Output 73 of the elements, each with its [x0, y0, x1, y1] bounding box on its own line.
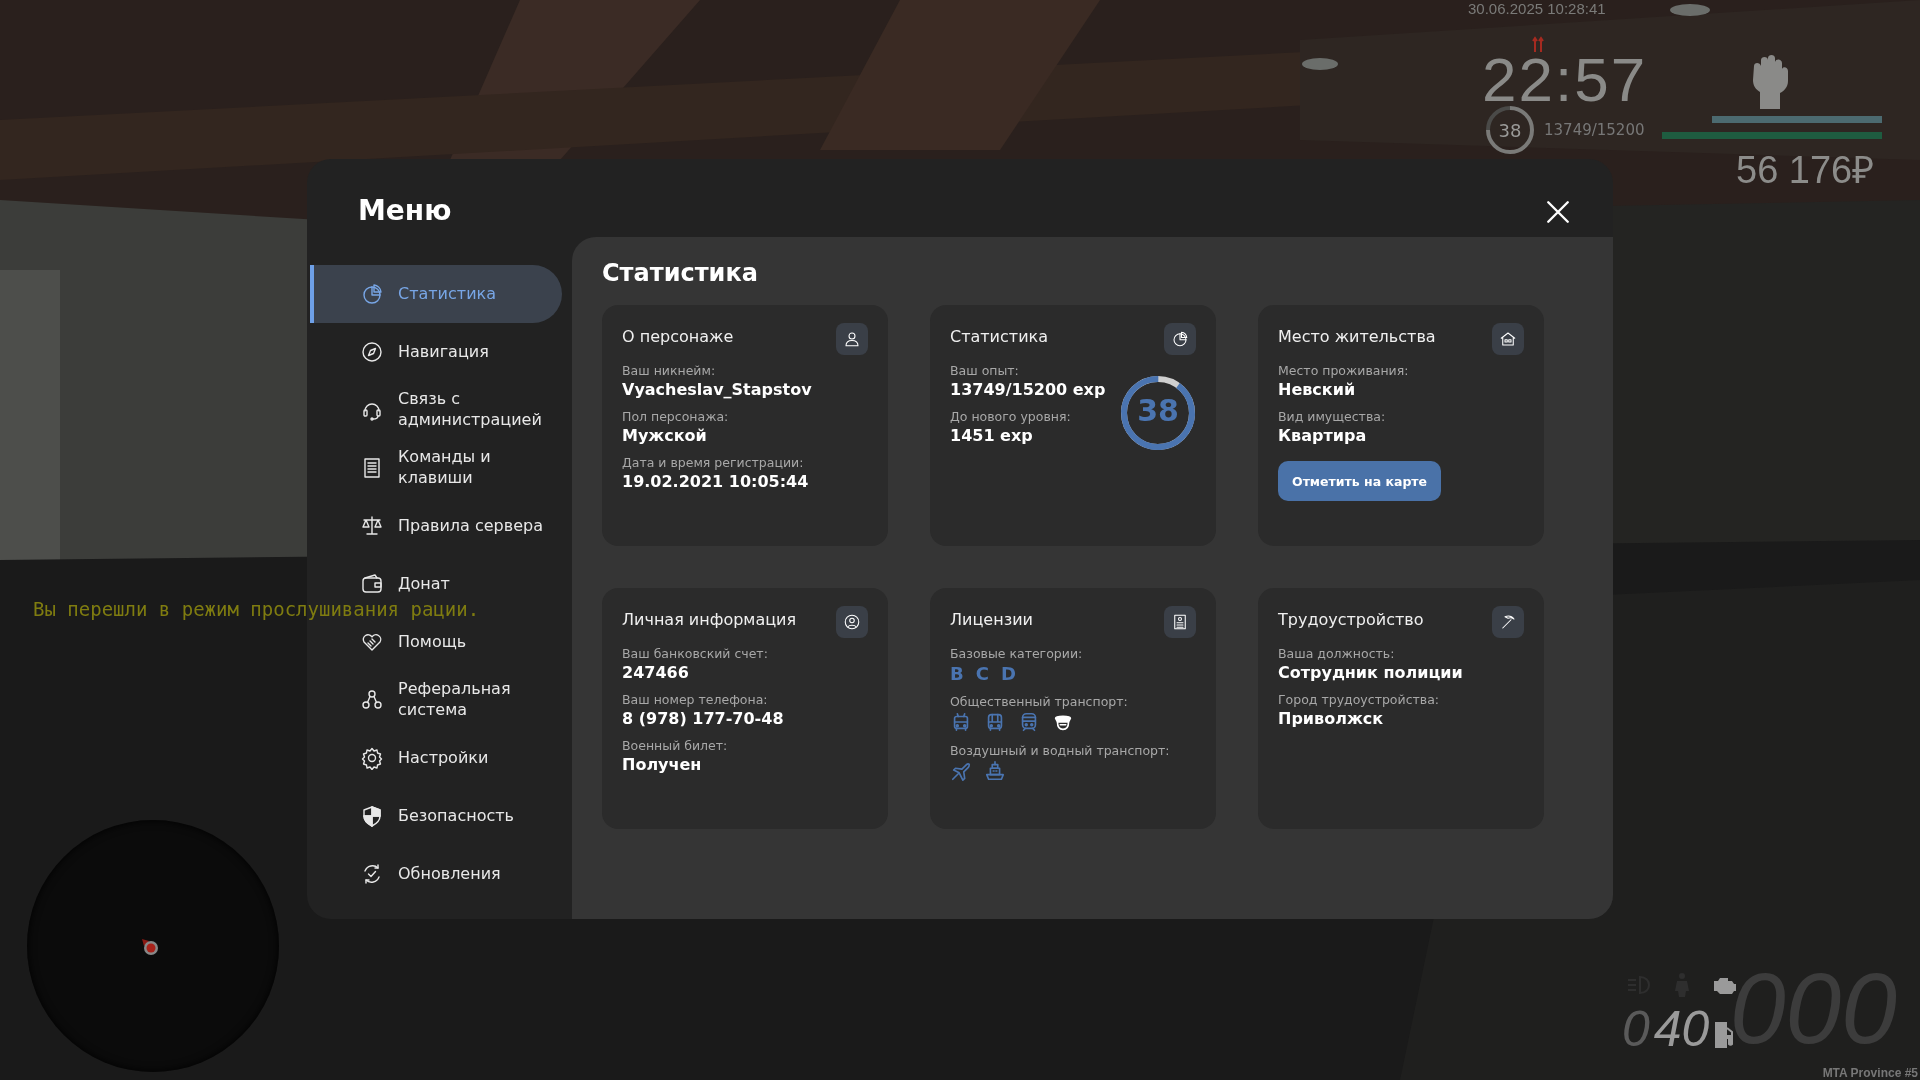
date-time: 30.06.2025 10:28:41: [1468, 0, 1606, 17]
player-marker-icon: [140, 937, 160, 957]
person-icon: [836, 323, 868, 355]
money-amount: 56 176₽: [1736, 148, 1875, 193]
card-title: Статистика: [950, 326, 1048, 346]
card-title: О персонаже: [622, 326, 734, 346]
page-title: Статистика: [602, 259, 758, 287]
license-category: D: [1000, 663, 1016, 684]
field-label: Ваша должность:: [1278, 646, 1395, 661]
fuel-digit: 0: [1622, 1000, 1650, 1058]
field-value: Квартира: [1278, 426, 1367, 445]
pie-chart-icon: [360, 282, 384, 306]
sidebar-item[interactable]: Навигация: [310, 323, 562, 381]
field-value: 1451 exp: [950, 426, 1033, 445]
settings-icon: [360, 746, 384, 770]
level-number: 38: [1136, 393, 1180, 428]
card-title: Трудоустройство: [1278, 609, 1424, 629]
field-label: Ваш номер телефона:: [622, 692, 768, 707]
sidebar-item[interactable]: Обновления: [310, 845, 562, 903]
experience-count: 13749/15200: [1544, 121, 1645, 139]
field-label: Ваш никнейм:: [622, 363, 716, 378]
level-number: 38: [1497, 119, 1523, 141]
field-label: Место проживания:: [1278, 363, 1409, 378]
field-label: Ваш банковский счет:: [622, 646, 768, 661]
sidebar-item[interactable]: Статистика: [310, 265, 562, 323]
field-value: 247466: [622, 663, 689, 682]
field-label: Пол персонажа:: [622, 409, 729, 424]
pickaxe-icon: [1492, 606, 1524, 638]
sidebar-item[interactable]: Правила сервера: [310, 497, 562, 555]
field-value: 8 (978) 177-70-48: [622, 709, 784, 728]
sidebar-item[interactable]: Реферальная система: [310, 671, 562, 729]
house-icon: [1492, 323, 1524, 355]
sidebar-item[interactable]: Настройки: [310, 729, 562, 787]
chat-message: Вы перешли в режим прослушивания рации.: [33, 598, 480, 620]
pie-chart-icon: [1164, 323, 1196, 355]
field-value: 13749/15200 exp: [950, 380, 1106, 399]
field-label: Воздушный и водный транспорт:: [950, 743, 1170, 758]
wallet-icon: [360, 572, 384, 596]
clock: 22:57: [1482, 44, 1648, 115]
fuel-level: 40: [1653, 1000, 1710, 1058]
field-label: Вид имущества:: [1278, 409, 1386, 424]
field-label: До нового уровня:: [950, 409, 1071, 424]
field-value: Мужской: [622, 426, 707, 445]
field-label: Ваш опыт:: [950, 363, 1019, 378]
compass-icon: [360, 340, 384, 364]
card-title: Лицензии: [950, 609, 1033, 629]
network-icon: [360, 688, 384, 712]
card-title: Место жительства: [1278, 326, 1436, 346]
field-value: Приволжск: [1278, 709, 1384, 728]
field-label: Дата и время регистрации:: [622, 455, 804, 470]
field-label: Общественный транспорт:: [950, 694, 1128, 709]
level-ring-icon: [1486, 106, 1534, 154]
sidebar-item[interactable]: Команды и клавиши: [310, 439, 562, 497]
field-value: Vyacheslav_Stapstov: [622, 380, 812, 399]
signal-icon: [1532, 36, 1544, 52]
sidebar-item[interactable]: Безопасность: [310, 787, 562, 845]
id-card-icon: [1164, 606, 1196, 638]
window-title: Меню: [357, 193, 453, 229]
server-name: MTA Province #5: [1822, 1066, 1918, 1080]
shield-icon: [360, 804, 384, 828]
field-value: Сотрудник полиции: [1278, 663, 1463, 682]
field-label: Военный билет:: [622, 738, 728, 753]
card-title: Личная информация: [622, 609, 797, 629]
field-value: Получен: [622, 755, 702, 774]
scales-icon: [360, 514, 384, 538]
license-category: C: [975, 663, 989, 684]
field-label: Город трудоустройства:: [1278, 692, 1440, 707]
map-button[interactable]: Отметить на карте: [1278, 461, 1442, 501]
field-value: 19.02.2021 10:05:44: [622, 472, 809, 491]
field-label: Базовые категории:: [950, 646, 1083, 661]
license-category: B: [950, 663, 964, 684]
sidebar-item[interactable]: Связь с администрацией: [310, 381, 562, 439]
field-value: Невский: [1278, 380, 1356, 399]
